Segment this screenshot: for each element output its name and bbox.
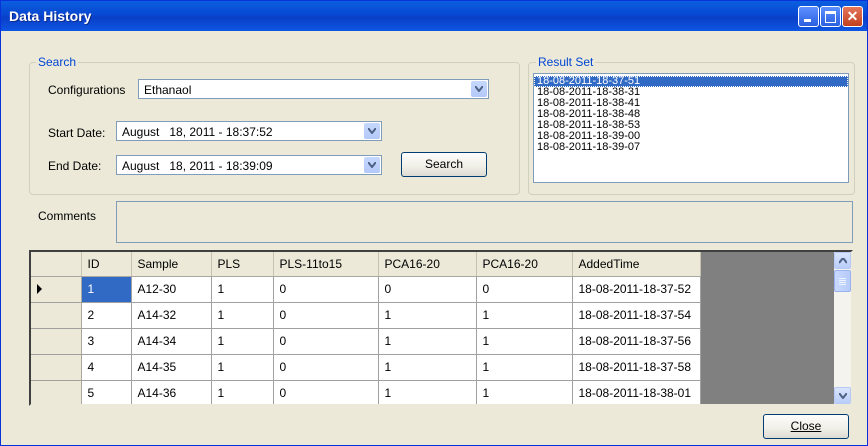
- cell-id[interactable]: 5: [81, 380, 132, 404]
- cell-pca16-20-a[interactable]: 1: [378, 328, 477, 355]
- maximize-icon: [825, 11, 836, 23]
- chevron-down-icon: [839, 393, 847, 399]
- column-header-pls-11to15[interactable]: PLS-11to15: [273, 252, 379, 277]
- minimize-icon: [804, 19, 811, 22]
- cell-pca16-20-b[interactable]: 0: [476, 276, 573, 303]
- table-row[interactable]: 3 A14-34 1 0 1 1 18-08-2011-18-37-56: [31, 328, 701, 355]
- close-button-label: Close: [790, 419, 822, 433]
- cell-pls[interactable]: 1: [211, 354, 274, 381]
- end-date-picker[interactable]: August 18, 2011 - 18:39:09: [116, 155, 382, 175]
- cell-id[interactable]: 3: [81, 328, 132, 355]
- comments-label: Comments: [38, 209, 97, 223]
- minimize-button[interactable]: [798, 6, 819, 27]
- start-date-value: August 18, 2011 - 18:37:52: [122, 125, 273, 139]
- close-button[interactable]: Close: [763, 414, 849, 439]
- data-grid-table: ID Sample PLS PLS-11to15 PCA16-20 PCA16-…: [31, 252, 701, 404]
- chevron-up-icon: [839, 258, 847, 264]
- cell-id[interactable]: 1: [81, 276, 132, 303]
- result-set-legend: Result Set: [536, 55, 596, 69]
- row-header[interactable]: [31, 276, 82, 303]
- configurations-label: Configurations: [48, 83, 126, 97]
- column-header-pca16-20-b[interactable]: PCA16-20: [476, 252, 573, 277]
- cell-sample[interactable]: A14-32: [131, 302, 212, 329]
- chevron-down-icon[interactable]: [471, 81, 487, 97]
- cell-pls-11to15[interactable]: 0: [273, 354, 379, 381]
- cell-pls[interactable]: 1: [211, 302, 274, 329]
- close-icon: ✕: [846, 8, 859, 24]
- end-date-label: End Date:: [48, 159, 102, 173]
- scroll-down-button[interactable]: [834, 387, 851, 404]
- maximize-button[interactable]: [820, 6, 841, 27]
- row-header[interactable]: [31, 302, 82, 329]
- search-button[interactable]: Search: [401, 152, 487, 177]
- start-date-picker[interactable]: August 18, 2011 - 18:37:52: [116, 121, 382, 141]
- data-history-window: Data History ✕ Search Configurations Eth…: [0, 0, 868, 446]
- table-row[interactable]: 5 A14-36 1 0 1 1 18-08-2011-18-38-01: [31, 380, 701, 404]
- cell-addedtime[interactable]: 18-08-2011-18-37-54: [572, 302, 701, 329]
- column-header-id[interactable]: ID: [81, 252, 132, 277]
- column-header-pls[interactable]: PLS: [211, 252, 274, 277]
- cell-pls-11to15[interactable]: 0: [273, 380, 379, 404]
- cell-id[interactable]: 2: [81, 302, 132, 329]
- cell-id[interactable]: 4: [81, 354, 132, 381]
- title-bar[interactable]: Data History ✕: [1, 1, 867, 31]
- scrollbar-thumb[interactable]: [834, 270, 851, 292]
- data-grid[interactable]: ID Sample PLS PLS-11to15 PCA16-20 PCA16-…: [29, 250, 853, 406]
- row-header[interactable]: [31, 328, 82, 355]
- cell-addedtime[interactable]: 18-08-2011-18-38-01: [572, 380, 701, 404]
- chevron-down-icon[interactable]: [364, 157, 380, 173]
- search-button-label: Search: [424, 157, 464, 171]
- current-row-arrow-icon: [37, 284, 42, 294]
- result-set-list[interactable]: 18-08-2011-18-37-51 18-08-2011-18-38-31 …: [533, 73, 849, 183]
- row-header[interactable]: [31, 354, 82, 381]
- result-set-item[interactable]: 18-08-2011-18-39-07: [534, 142, 848, 153]
- cell-pca16-20-b[interactable]: 1: [476, 354, 573, 381]
- table-row[interactable]: 2 A14-32 1 0 1 1 18-08-2011-18-37-54: [31, 302, 701, 329]
- cell-addedtime[interactable]: 18-08-2011-18-37-58: [572, 354, 701, 381]
- column-header-pca16-20-a[interactable]: PCA16-20: [378, 252, 477, 277]
- row-header-corner: [31, 252, 82, 277]
- chevron-down-icon[interactable]: [364, 123, 380, 139]
- cell-pca16-20-a[interactable]: 1: [378, 380, 477, 404]
- cell-pca16-20-a[interactable]: 1: [378, 302, 477, 329]
- row-header[interactable]: [31, 380, 82, 404]
- window-close-button[interactable]: ✕: [842, 6, 863, 27]
- table-row[interactable]: 4 A14-35 1 0 1 1 18-08-2011-18-37-58: [31, 354, 701, 381]
- cell-pls[interactable]: 1: [211, 380, 274, 404]
- cell-pls-11to15[interactable]: 0: [273, 302, 379, 329]
- scroll-up-button[interactable]: [834, 252, 851, 269]
- cell-pls[interactable]: 1: [211, 276, 274, 303]
- cell-sample[interactable]: A12-30: [131, 276, 212, 303]
- start-date-label: Start Date:: [48, 126, 106, 140]
- cell-pls-11to15[interactable]: 0: [273, 328, 379, 355]
- configurations-dropdown[interactable]: Ethanaol: [138, 79, 489, 99]
- cell-sample[interactable]: A14-34: [131, 328, 212, 355]
- cell-pca16-20-b[interactable]: 1: [476, 380, 573, 404]
- cell-pca16-20-b[interactable]: 1: [476, 328, 573, 355]
- window-title: Data History: [9, 8, 92, 24]
- cell-pca16-20-b[interactable]: 1: [476, 302, 573, 329]
- cell-sample[interactable]: A14-35: [131, 354, 212, 381]
- end-date-value: August 18, 2011 - 18:39:09: [122, 159, 273, 173]
- table-row[interactable]: 1 A12-30 1 0 0 0 18-08-2011-18-37-52: [31, 276, 701, 303]
- header-row: ID Sample PLS PLS-11to15 PCA16-20 PCA16-…: [31, 252, 701, 277]
- cell-pca16-20-a[interactable]: 1: [378, 354, 477, 381]
- cell-pls-11to15[interactable]: 0: [273, 276, 379, 303]
- column-header-addedtime[interactable]: AddedTime: [572, 252, 701, 277]
- comments-field[interactable]: [116, 201, 853, 243]
- cell-addedtime[interactable]: 18-08-2011-18-37-52: [572, 276, 701, 303]
- cell-sample[interactable]: A14-36: [131, 380, 212, 404]
- cell-pca16-20-a[interactable]: 0: [378, 276, 477, 303]
- cell-addedtime[interactable]: 18-08-2011-18-37-56: [572, 328, 701, 355]
- search-group-legend: Search: [36, 55, 79, 69]
- vertical-scrollbar[interactable]: [834, 252, 851, 404]
- column-header-sample[interactable]: Sample: [131, 252, 212, 277]
- cell-pls[interactable]: 1: [211, 328, 274, 355]
- configurations-value: Ethanaol: [144, 83, 192, 97]
